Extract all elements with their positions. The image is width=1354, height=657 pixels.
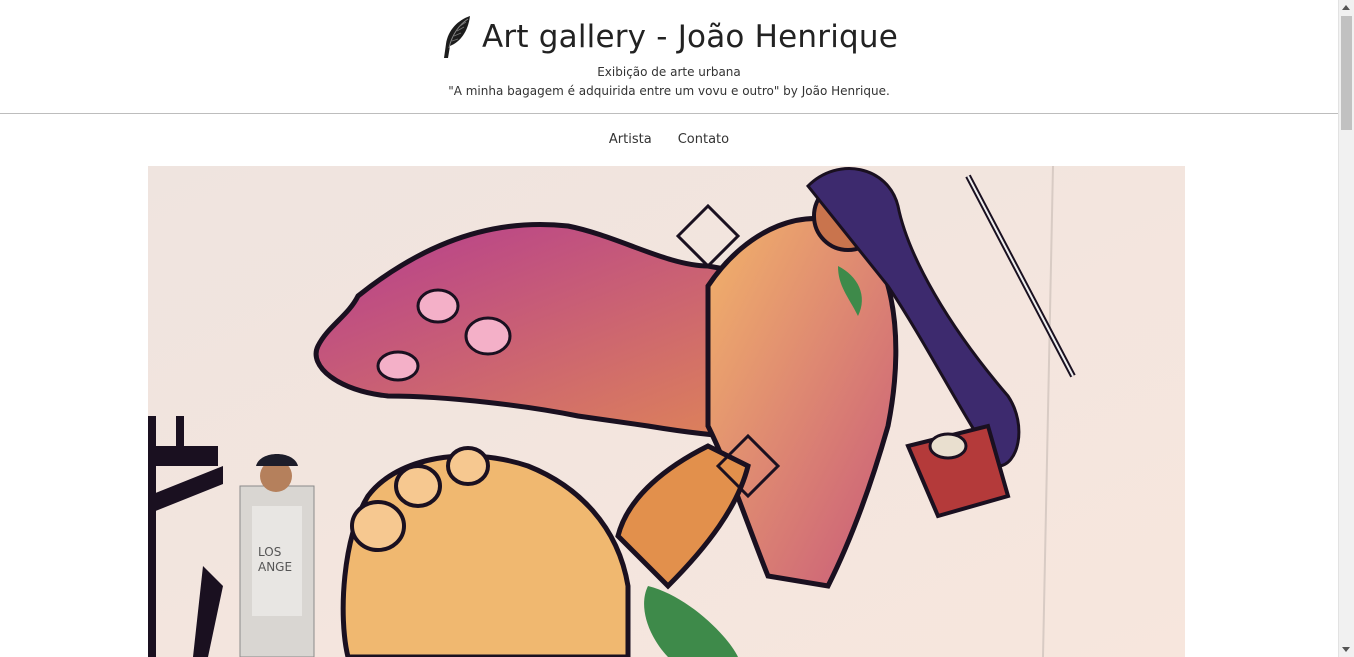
site-header: Art gallery - João Henrique Exibição de … [0, 0, 1338, 114]
title-row: Art gallery - João Henrique [0, 0, 1338, 60]
nav-link-artista[interactable]: Artista [609, 132, 652, 147]
mural-illustration: LOS ANGE [148, 166, 1185, 657]
svg-text:LOS: LOS [258, 545, 281, 559]
main-nav: Artista Contato [0, 114, 1338, 165]
scroll-up-arrow-icon[interactable] [1342, 5, 1350, 10]
site-subtitle: Exibição de arte urbana [597, 65, 741, 79]
site-title: Art gallery - João Henrique [481, 19, 899, 55]
scroll-down-arrow-icon[interactable] [1342, 647, 1350, 652]
site-quote: "A minha bagagem é adquirida entre um vo… [448, 84, 890, 98]
hero-image-street-art-mural: LOS ANGE [148, 166, 1185, 657]
svg-text:ANGE: ANGE [258, 560, 292, 574]
feather-quill-icon [440, 14, 474, 60]
page: Art gallery - João Henrique Exibição de … [0, 0, 1338, 657]
vertical-scrollbar[interactable] [1338, 0, 1354, 657]
nav-link-contato[interactable]: Contato [678, 132, 729, 147]
scroll-thumb[interactable] [1341, 16, 1352, 130]
